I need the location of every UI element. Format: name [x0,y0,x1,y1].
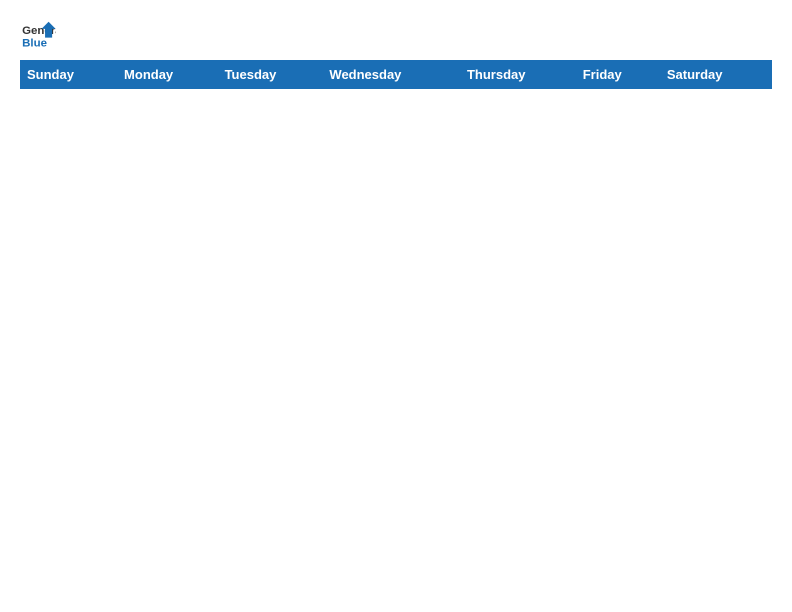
logo-icon: General Blue [20,20,56,50]
column-header-thursday: Thursday [460,61,576,89]
page-header: General Blue [20,20,772,50]
column-header-sunday: Sunday [21,61,118,89]
column-header-saturday: Saturday [660,61,771,89]
calendar-table: SundayMondayTuesdayWednesdayThursdayFrid… [20,60,772,89]
svg-text:Blue: Blue [22,37,47,49]
column-header-wednesday: Wednesday [323,61,461,89]
column-header-tuesday: Tuesday [218,61,323,89]
calendar-header: SundayMondayTuesdayWednesdayThursdayFrid… [21,61,772,89]
column-header-monday: Monday [118,61,219,89]
header-row: SundayMondayTuesdayWednesdayThursdayFrid… [21,61,772,89]
logo: General Blue [20,20,56,50]
column-header-friday: Friday [576,61,660,89]
